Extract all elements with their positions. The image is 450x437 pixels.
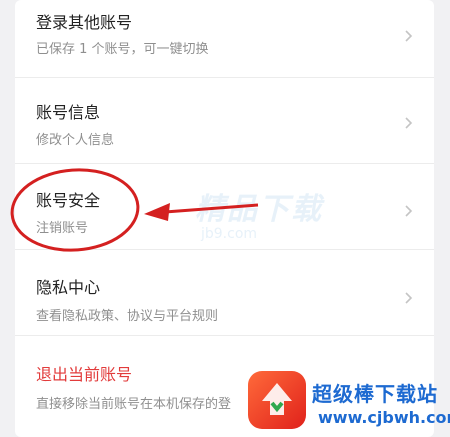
row-subtitle: 已保存 1 个账号，可一键切换 (36, 42, 209, 57)
row-subtitle: 注销账号 (36, 221, 89, 236)
site-badge-url: www.cjbwh.com (318, 408, 450, 427)
row-title: 登录其他账号 (36, 13, 133, 32)
row-title: 账号信息 (36, 103, 101, 122)
site-logo-icon (248, 371, 306, 429)
row-title: 退出当前账号 (36, 365, 133, 384)
chevron-right-icon (403, 291, 415, 305)
row-subtitle: 直接移除当前账号在本机保存的登 (36, 397, 232, 412)
row-subtitle: 查看隐私政策、协议与平台规则 (36, 309, 219, 324)
row-title: 隐私中心 (36, 278, 101, 297)
row-subtitle: 修改个人信息 (36, 133, 115, 148)
row-login-other-account[interactable]: 登录其他账号 已保存 1 个账号，可一键切换 (15, 0, 434, 78)
chevron-right-icon (403, 29, 415, 43)
row-privacy-center[interactable]: 隐私中心 查看隐私政策、协议与平台规则 (15, 250, 434, 336)
site-badge-title: 超级棒下载站 (312, 382, 438, 406)
row-account-security[interactable]: 账号安全 注销账号 (15, 164, 434, 250)
row-account-info[interactable]: 账号信息 修改个人信息 (15, 78, 434, 164)
row-title: 账号安全 (36, 191, 101, 210)
chevron-right-icon (403, 116, 415, 130)
chevron-right-icon (403, 204, 415, 218)
settings-card: 登录其他账号 已保存 1 个账号，可一键切换 账号信息 修改个人信息 账号安全 … (15, 0, 434, 437)
